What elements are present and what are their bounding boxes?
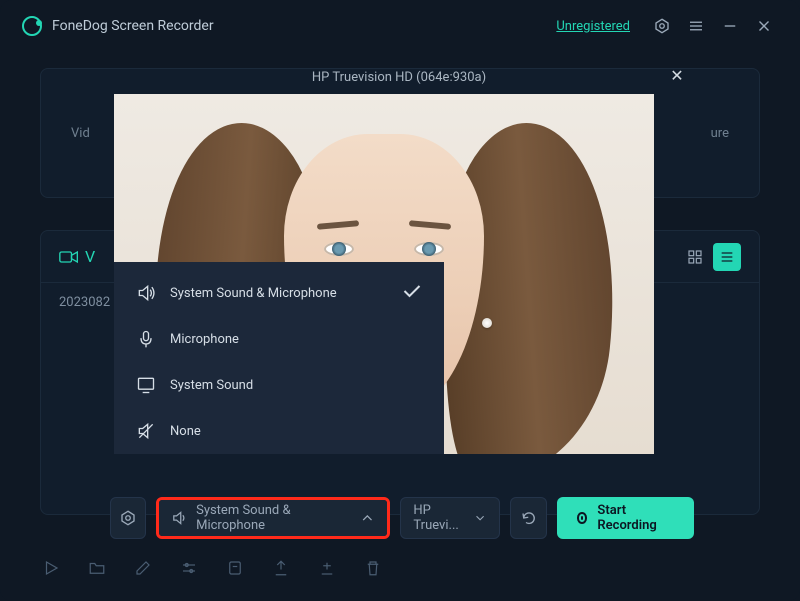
camera-select-button[interactable]: HP Truevi... xyxy=(400,497,500,539)
reset-button[interactable] xyxy=(510,497,546,539)
audio-option-microphone[interactable]: Microphone xyxy=(114,316,444,362)
settings-icon[interactable] xyxy=(648,12,676,40)
folder-icon[interactable] xyxy=(88,559,106,581)
app-logo-icon xyxy=(22,16,42,36)
webcam-preview: System Sound & Microphone Microphone Sys… xyxy=(114,94,654,454)
modal-close-button[interactable]: ✕ xyxy=(666,64,688,86)
recording-row-filename[interactable]: 2023082 xyxy=(59,295,110,310)
start-recording-button[interactable]: Start Recording xyxy=(557,497,694,539)
audio-source-selected: System Sound & Microphone xyxy=(196,503,351,533)
add-icon[interactable] xyxy=(318,559,336,581)
app-title: FoneDog Screen Recorder xyxy=(52,18,556,34)
audio-source-button[interactable]: System Sound & Microphone xyxy=(159,500,387,536)
camera-title: HP Truevision HD (064e:930a) xyxy=(312,70,486,85)
audio-option-label: System Sound xyxy=(170,378,253,393)
audio-source-dropdown: System Sound & Microphone Microphone Sys… xyxy=(114,262,444,454)
mode-tab-right-truncated: ure xyxy=(711,126,729,141)
export-icon[interactable] xyxy=(272,559,290,581)
start-recording-label: Start Recording xyxy=(597,503,674,533)
register-link[interactable]: Unregistered xyxy=(556,19,630,34)
menu-icon[interactable] xyxy=(682,12,710,40)
camera-selected: HP Truevi... xyxy=(413,503,465,533)
audio-option-system-mic[interactable]: System Sound & Microphone xyxy=(114,270,444,316)
webcam-preview-modal: HP Truevision HD (064e:930a) ✕ Sys xyxy=(104,60,694,540)
record-icon xyxy=(577,512,588,524)
chevron-up-icon xyxy=(359,509,376,527)
edit-icon[interactable] xyxy=(134,559,152,581)
recordings-tab-label: V xyxy=(85,247,95,266)
audio-source-button-highlight: System Sound & Microphone xyxy=(156,497,390,539)
list-view-button[interactable] xyxy=(713,243,741,271)
audio-option-none[interactable]: None xyxy=(114,408,444,454)
mode-tab-left-truncated: Vid xyxy=(71,126,90,141)
close-icon[interactable] xyxy=(750,12,778,40)
audio-option-label: Microphone xyxy=(170,332,239,347)
modal-controls: System Sound & Microphone HP Truevi... S… xyxy=(110,496,694,540)
play-icon[interactable] xyxy=(42,559,60,581)
minimize-icon[interactable] xyxy=(716,12,744,40)
camera-settings-button[interactable] xyxy=(110,497,146,539)
audio-option-label: None xyxy=(170,424,201,439)
app-window: FoneDog Screen Recorder Unregistered Vid… xyxy=(0,0,800,601)
compress-icon[interactable] xyxy=(226,559,244,581)
audio-option-label: System Sound & Microphone xyxy=(170,286,337,301)
modal-header: HP Truevision HD (064e:930a) ✕ xyxy=(104,60,694,94)
check-icon xyxy=(402,283,422,303)
titlebar: FoneDog Screen Recorder Unregistered xyxy=(0,0,800,52)
adjust-icon[interactable] xyxy=(180,559,198,581)
audio-option-system[interactable]: System Sound xyxy=(114,362,444,408)
bottom-toolbar xyxy=(42,559,382,581)
delete-icon[interactable] xyxy=(364,559,382,581)
chevron-down-icon xyxy=(473,509,487,527)
